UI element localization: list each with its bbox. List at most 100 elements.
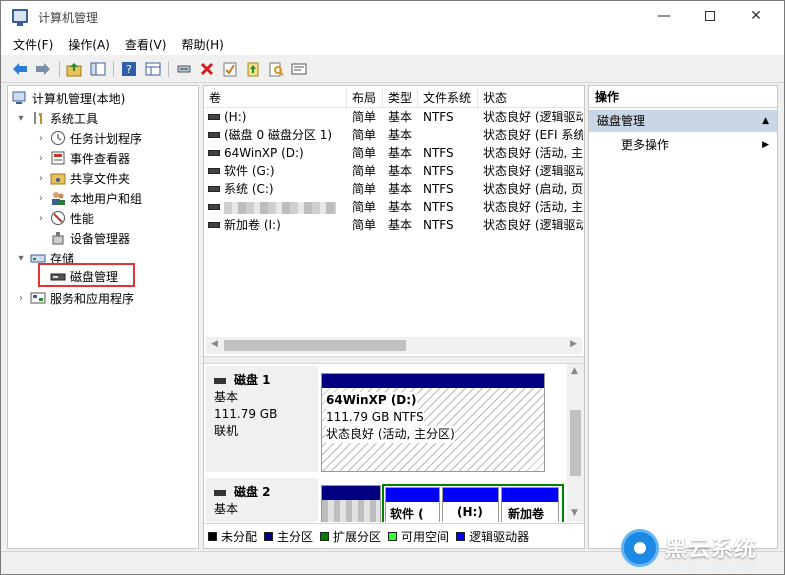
properties-button[interactable] xyxy=(290,60,308,78)
computer-management-window: 计算机管理 — ✕ 文件(F) 操作(A) 查看(V) 帮助(H) ? 计算机管… xyxy=(0,0,785,575)
expand-icon[interactable]: › xyxy=(36,193,46,204)
collapse-up-icon[interactable]: ▲ xyxy=(762,110,769,132)
tree-item-performance[interactable]: › 性能 xyxy=(36,208,94,228)
horizontal-scrollbar[interactable]: ◀ ▶ xyxy=(206,337,582,354)
menu-action[interactable]: 操作(A) xyxy=(68,36,110,53)
scroll-thumb[interactable] xyxy=(570,410,581,476)
blurred-partition-label xyxy=(322,500,380,522)
console-tree: 计算机管理(本地) ▾ 系统工具 › 任务计划程序 › 事件查看器 › 共享文件… xyxy=(7,85,199,549)
toolbar-separator xyxy=(168,61,169,77)
expand-icon[interactable]: › xyxy=(16,293,26,304)
delete-button[interactable] xyxy=(198,60,216,78)
volume-name: (磁盘 0 磁盘分区 1) xyxy=(224,128,333,142)
tree-item-services-apps[interactable]: › 服务和应用程序 xyxy=(16,288,134,308)
tree-item-system-tools[interactable]: ▾ 系统工具 xyxy=(16,108,98,128)
scroll-left-icon[interactable]: ◀ xyxy=(211,339,218,349)
help-button[interactable]: ? xyxy=(120,60,138,78)
volume-list-pane: 卷 布局 类型 文件系统 状态 (H:) 简单 基本 NTFS 状态良好 (逻辑驱动 (磁… xyxy=(203,85,585,549)
tree-root[interactable]: 计算机管理(本地) xyxy=(12,88,125,108)
expand-icon[interactable]: › xyxy=(36,133,46,144)
tree-item-local-users[interactable]: › 本地用户和组 xyxy=(36,188,142,208)
minimize-button[interactable]: — xyxy=(641,1,687,31)
submenu-arrow-icon: ▶ xyxy=(762,140,769,150)
tree-item-label: 系统工具 xyxy=(50,111,99,126)
extended-partition[interactable]: 软件 ( (H:) 新加卷 xyxy=(382,484,564,522)
partition-d-size: 111.79 GB NTFS xyxy=(326,409,424,426)
cell-status: 状态良好 (活动, 主 xyxy=(483,146,583,160)
legend-free-space: 可用空间 xyxy=(388,528,449,545)
cell-fs: NTFS xyxy=(423,146,454,160)
column-header-layout[interactable]: 布局 xyxy=(347,88,383,108)
tree-item-device-manager[interactable]: 设备管理器 xyxy=(50,228,130,248)
cell-fs: NTFS xyxy=(423,164,454,178)
column-header-status[interactable]: 状态 xyxy=(478,88,584,108)
tree-item-event-viewer[interactable]: › 事件查看器 xyxy=(36,148,130,168)
column-header-filesystem[interactable]: 文件系统 xyxy=(418,88,478,108)
partition-d[interactable]: 64WinXP (D:) 111.79 GB NTFS 状态良好 (活动, 主分… xyxy=(321,373,545,472)
partition-i[interactable]: 新加卷 xyxy=(501,487,559,522)
back-arrow-icon xyxy=(13,63,27,75)
connect-button[interactable] xyxy=(175,60,193,78)
table-row[interactable]: (磁盘 0 磁盘分区 1) 简单 基本 状态良好 (EFI 系统 xyxy=(204,126,584,144)
show-hide-tree-button[interactable] xyxy=(89,60,107,78)
upload-button[interactable] xyxy=(244,60,262,78)
table-row[interactable]: 简单 基本 NTFS 状态良好 (活动, 主 xyxy=(204,198,584,216)
expand-icon[interactable]: › xyxy=(36,153,46,164)
cell-vol: 系统 (C:) xyxy=(208,180,346,198)
expand-icon[interactable]: › xyxy=(36,213,46,224)
search-button[interactable] xyxy=(267,60,285,78)
table-row[interactable]: 64WinXP (D:) 简单 基本 NTFS 状态良好 (活动, 主 xyxy=(204,144,584,162)
tools-icon xyxy=(34,112,42,124)
expand-icon[interactable]: › xyxy=(36,173,46,184)
legend-label: 未分配 xyxy=(221,529,258,544)
cell-layout: 简单 xyxy=(352,128,377,142)
partition-h[interactable]: (H:) xyxy=(442,487,499,522)
partition-g[interactable]: 软件 ( xyxy=(385,487,440,522)
table-row[interactable]: (H:) 简单 基本 NTFS 状态良好 (逻辑驱动 xyxy=(204,108,584,126)
menu-help[interactable]: 帮助(H) xyxy=(181,36,223,53)
volume-icon xyxy=(208,113,220,120)
cell-layout: 简单 xyxy=(352,146,377,160)
properties-icon xyxy=(291,63,307,75)
more-actions[interactable]: 更多操作 ▶ xyxy=(589,134,777,156)
connect-icon xyxy=(177,65,191,73)
forward-button[interactable] xyxy=(34,60,52,78)
volume-name: 系统 (C:) xyxy=(224,182,274,196)
scroll-down-icon[interactable]: ▼ xyxy=(571,508,578,518)
actions-section-disk-management[interactable]: 磁盘管理 ▲ xyxy=(589,110,777,132)
check-button[interactable] xyxy=(221,60,239,78)
disk-2-info[interactable]: 磁盘 2 基本 xyxy=(206,478,318,522)
maximize-button[interactable] xyxy=(687,1,733,31)
disk-2-primary-partition[interactable] xyxy=(321,485,381,522)
back-button[interactable] xyxy=(11,60,29,78)
tree-item-task-scheduler[interactable]: › 任务计划程序 xyxy=(36,128,142,148)
column-header-type[interactable]: 类型 xyxy=(383,88,418,108)
table-row[interactable]: 新加卷 (I:) 简单 基本 NTFS 状态良好 (逻辑驱动 xyxy=(204,216,584,234)
search-doc-icon xyxy=(269,62,284,77)
scroll-thumb[interactable] xyxy=(224,340,406,351)
collapse-icon[interactable]: ▾ xyxy=(16,253,26,264)
cell-type: 基本 xyxy=(388,182,413,196)
disk-1-info[interactable]: 磁盘 1 基本 111.79 GB 联机 xyxy=(206,366,318,472)
collapse-icon[interactable]: ▾ xyxy=(16,113,26,124)
tree-item-shared-folders[interactable]: › 共享文件夹 xyxy=(36,168,130,188)
table-row[interactable]: 系统 (C:) 简单 基本 NTFS 状态良好 (启动, 页 xyxy=(204,180,584,198)
volume-icon xyxy=(208,131,220,138)
scroll-up-icon[interactable]: ▲ xyxy=(571,366,578,376)
close-button[interactable]: ✕ xyxy=(733,1,779,31)
scroll-right-icon[interactable]: ▶ xyxy=(570,339,577,349)
menu-view[interactable]: 查看(V) xyxy=(125,36,167,53)
legend-swatch xyxy=(208,531,217,541)
up-level-button[interactable] xyxy=(65,60,83,78)
disk-view-scrollbar[interactable]: ▲ ▼ xyxy=(567,364,584,522)
properties-view-button[interactable] xyxy=(144,60,162,78)
column-header-volume[interactable]: 卷 xyxy=(204,88,347,108)
table-row[interactable]: 软件 (G:) 简单 基本 NTFS 状态良好 (逻辑驱动 xyxy=(204,162,584,180)
legend-extended: 扩展分区 xyxy=(320,528,381,545)
volume-icon xyxy=(208,185,220,192)
pane-splitter[interactable] xyxy=(204,356,584,364)
tree-item-label: 任务计划程序 xyxy=(70,131,143,146)
menu-file[interactable]: 文件(F) xyxy=(13,36,53,53)
toolbar-separator xyxy=(113,61,114,77)
services-icon xyxy=(30,292,46,304)
